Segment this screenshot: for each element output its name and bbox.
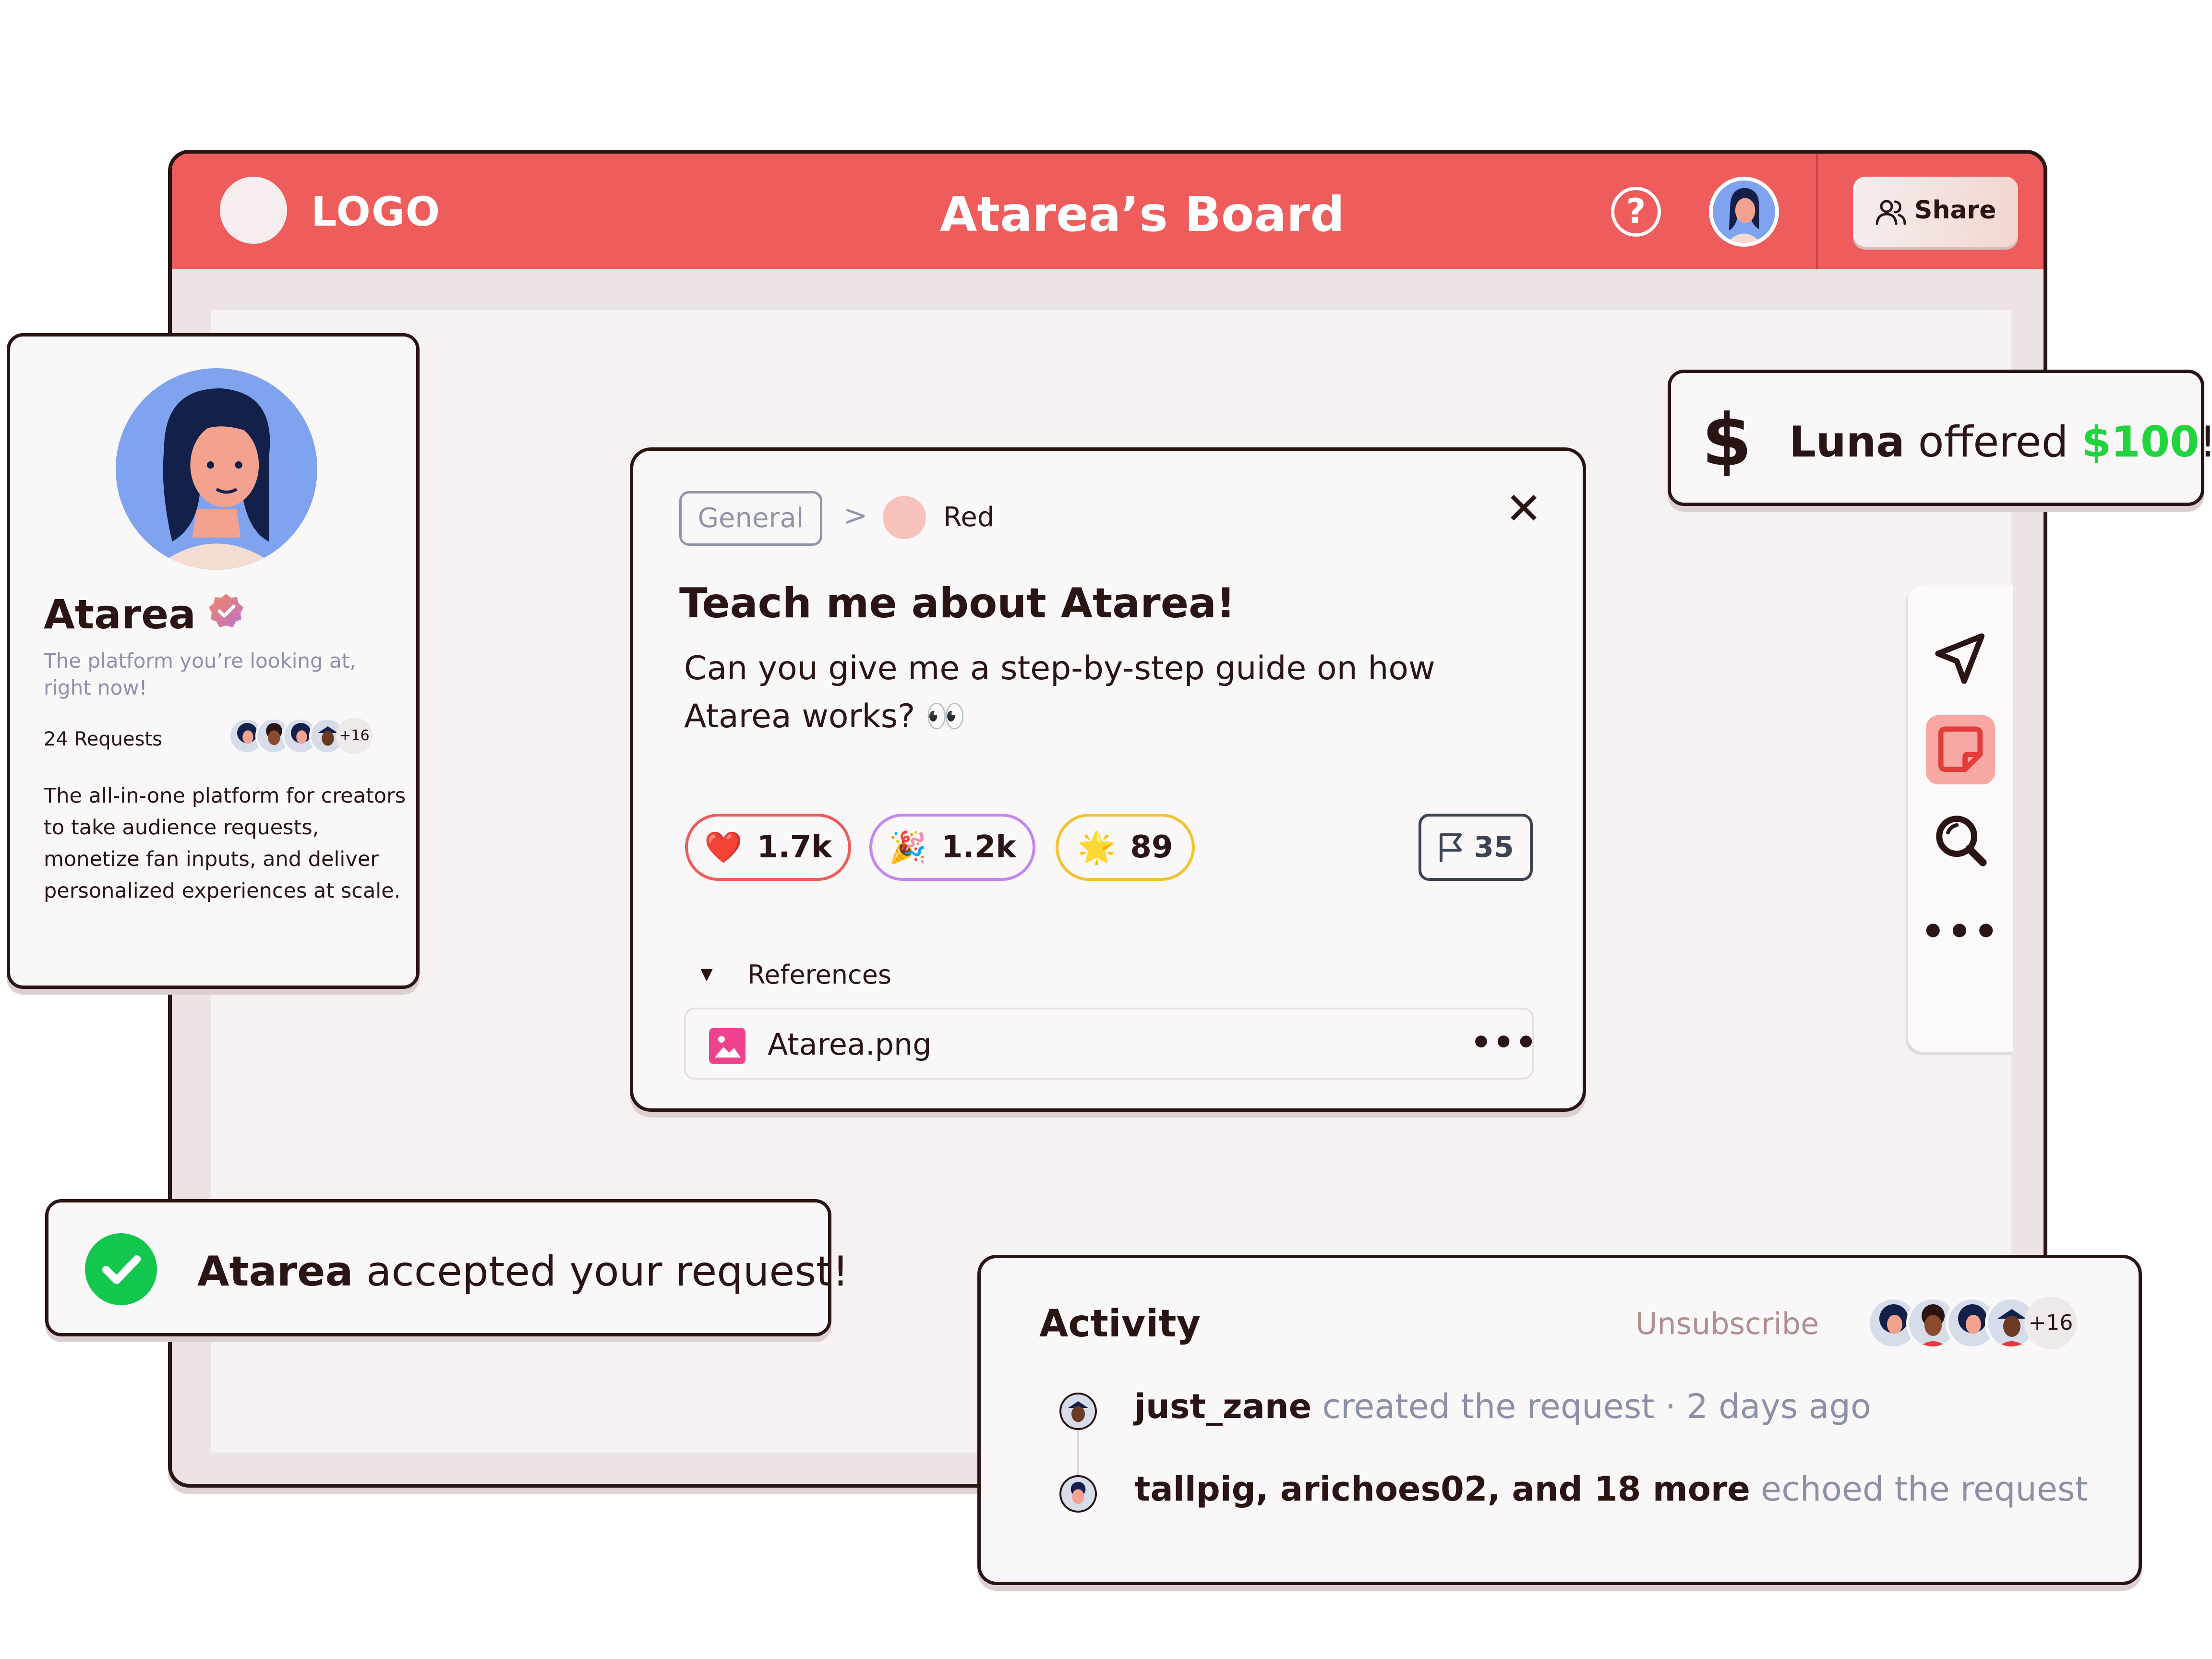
party-popper-icon: 🎉 [889,830,927,866]
activity-action: echoed the request [1750,1469,2088,1509]
activity-action: created the request [1311,1387,1655,1426]
user-avatar[interactable] [1709,177,1779,247]
request-modal: General > Red ✕ Teach me about Atarea! C… [630,447,1586,1112]
more-subscribers-count: +16 [2024,1297,2077,1349]
logo-mark [220,177,287,244]
activity-entry: just_zane created the request · 2 days a… [1134,1387,1871,1426]
search-icon [1936,816,1987,866]
more-followers-count: +16 [336,718,373,754]
offer-suffix: ! [2200,417,2212,467]
accepted-notification: Atarea accepted your request! [45,1199,849,1336]
more-icon[interactable]: ••• [1921,897,1998,966]
verified-badge-icon [209,594,243,627]
subscriber-avatars[interactable]: +16 [1867,1297,2092,1354]
share-button[interactable]: Share [1853,177,2018,247]
dollar-icon: $ [1702,399,1752,482]
profile-description: The all-in-one platform for creators to … [44,784,406,903]
heart-icon: ❤️ [704,830,743,866]
caret-down-icon[interactable]: ▼ [700,964,713,984]
board-title: Atarea’s Board [940,186,1345,242]
activity-actor[interactable]: tallpig, arichoes02, and 18 more [1134,1469,1750,1509]
more-options-icon[interactable]: ••• [1470,1023,1538,1062]
offer-amount: $100 [2081,417,2200,467]
follower-avatars[interactable]: +16 [228,718,401,756]
flag-button[interactable]: 35 [1419,814,1533,881]
search-button[interactable] [1926,805,1995,875]
unsubscribe-link[interactable]: Unsubscribe [1635,1306,1819,1341]
side-toolbar: ••• [1908,585,2013,1052]
image-file-icon [709,1028,745,1064]
offer-message: Luna offered $100! [1789,417,2212,467]
activity-actor[interactable]: just_zane [1134,1387,1311,1426]
heart-count: 1.7k [757,830,832,865]
request-title: Teach me about Atarea! [679,579,1236,627]
offer-name: Luna [1789,417,1905,467]
profile-name: Atarea [44,591,196,638]
request-count: 24 Requests [44,728,162,750]
activity-time: · 2 days ago [1654,1387,1871,1426]
help-icon[interactable]: ? [1611,187,1661,237]
star-reaction-button[interactable]: 🌟 89 [1056,814,1195,881]
activity-entry: tallpig, arichoes02, and 18 more echoed … [1134,1469,2088,1509]
close-icon[interactable]: ✕ [1502,487,1545,531]
request-body: Can you give me a step-by-step guide on … [684,649,1435,735]
logo-text: LOGO [311,188,441,235]
attachment-row[interactable]: Atarea.png ••• [684,1008,1537,1080]
sticky-note-icon [1938,726,1983,772]
star-icon: 🌟 [1077,830,1116,866]
flag-icon [1440,833,1462,862]
color-tag-label[interactable]: Red [943,502,994,533]
offer-text: offered [1904,417,2082,467]
profile-avatar [116,368,317,570]
category-tag[interactable]: General [679,491,822,546]
chevron-right-icon: > [843,499,868,532]
profile-tagline: The platform you’re looking at, right no… [44,649,356,699]
share-label: Share [1914,196,1996,225]
send-icon [1935,633,1985,684]
color-dot [883,496,926,539]
flag-count: 35 [1474,830,1514,864]
offer-notification: $ Luna offered $100! [1668,370,2212,506]
avatar-illustration [152,388,281,570]
people-icon [1875,200,1906,225]
star-count: 89 [1130,830,1173,865]
accepted-text: accepted your request! [353,1248,849,1296]
profile-card: Atarea The platform you’re looking at, r… [7,333,420,989]
check-circle-icon [85,1233,157,1305]
avatar-illustration [1726,188,1762,243]
send-button[interactable] [1926,624,1995,693]
activity-title: Activity [1039,1302,1201,1346]
party-reaction-button[interactable]: 🎉 1.2k [869,814,1035,881]
attachment-name: Atarea.png [768,1027,932,1062]
header-divider [1816,154,1818,269]
avatar [1059,1393,1097,1430]
accepted-message: Atarea accepted your request! [197,1248,849,1296]
avatar [1059,1475,1097,1513]
party-count: 1.2k [941,830,1016,865]
heart-reaction-button[interactable]: ❤️ 1.7k [685,814,851,881]
top-bar: LOGO Atarea’s Board ? Share [172,154,2044,269]
references-label[interactable]: References [747,960,891,990]
activity-card: Activity Unsubscribe +16 just_zane creat… [977,1255,2142,1585]
sticky-note-button[interactable] [1926,715,1995,784]
accepted-name: Atarea [197,1248,353,1296]
